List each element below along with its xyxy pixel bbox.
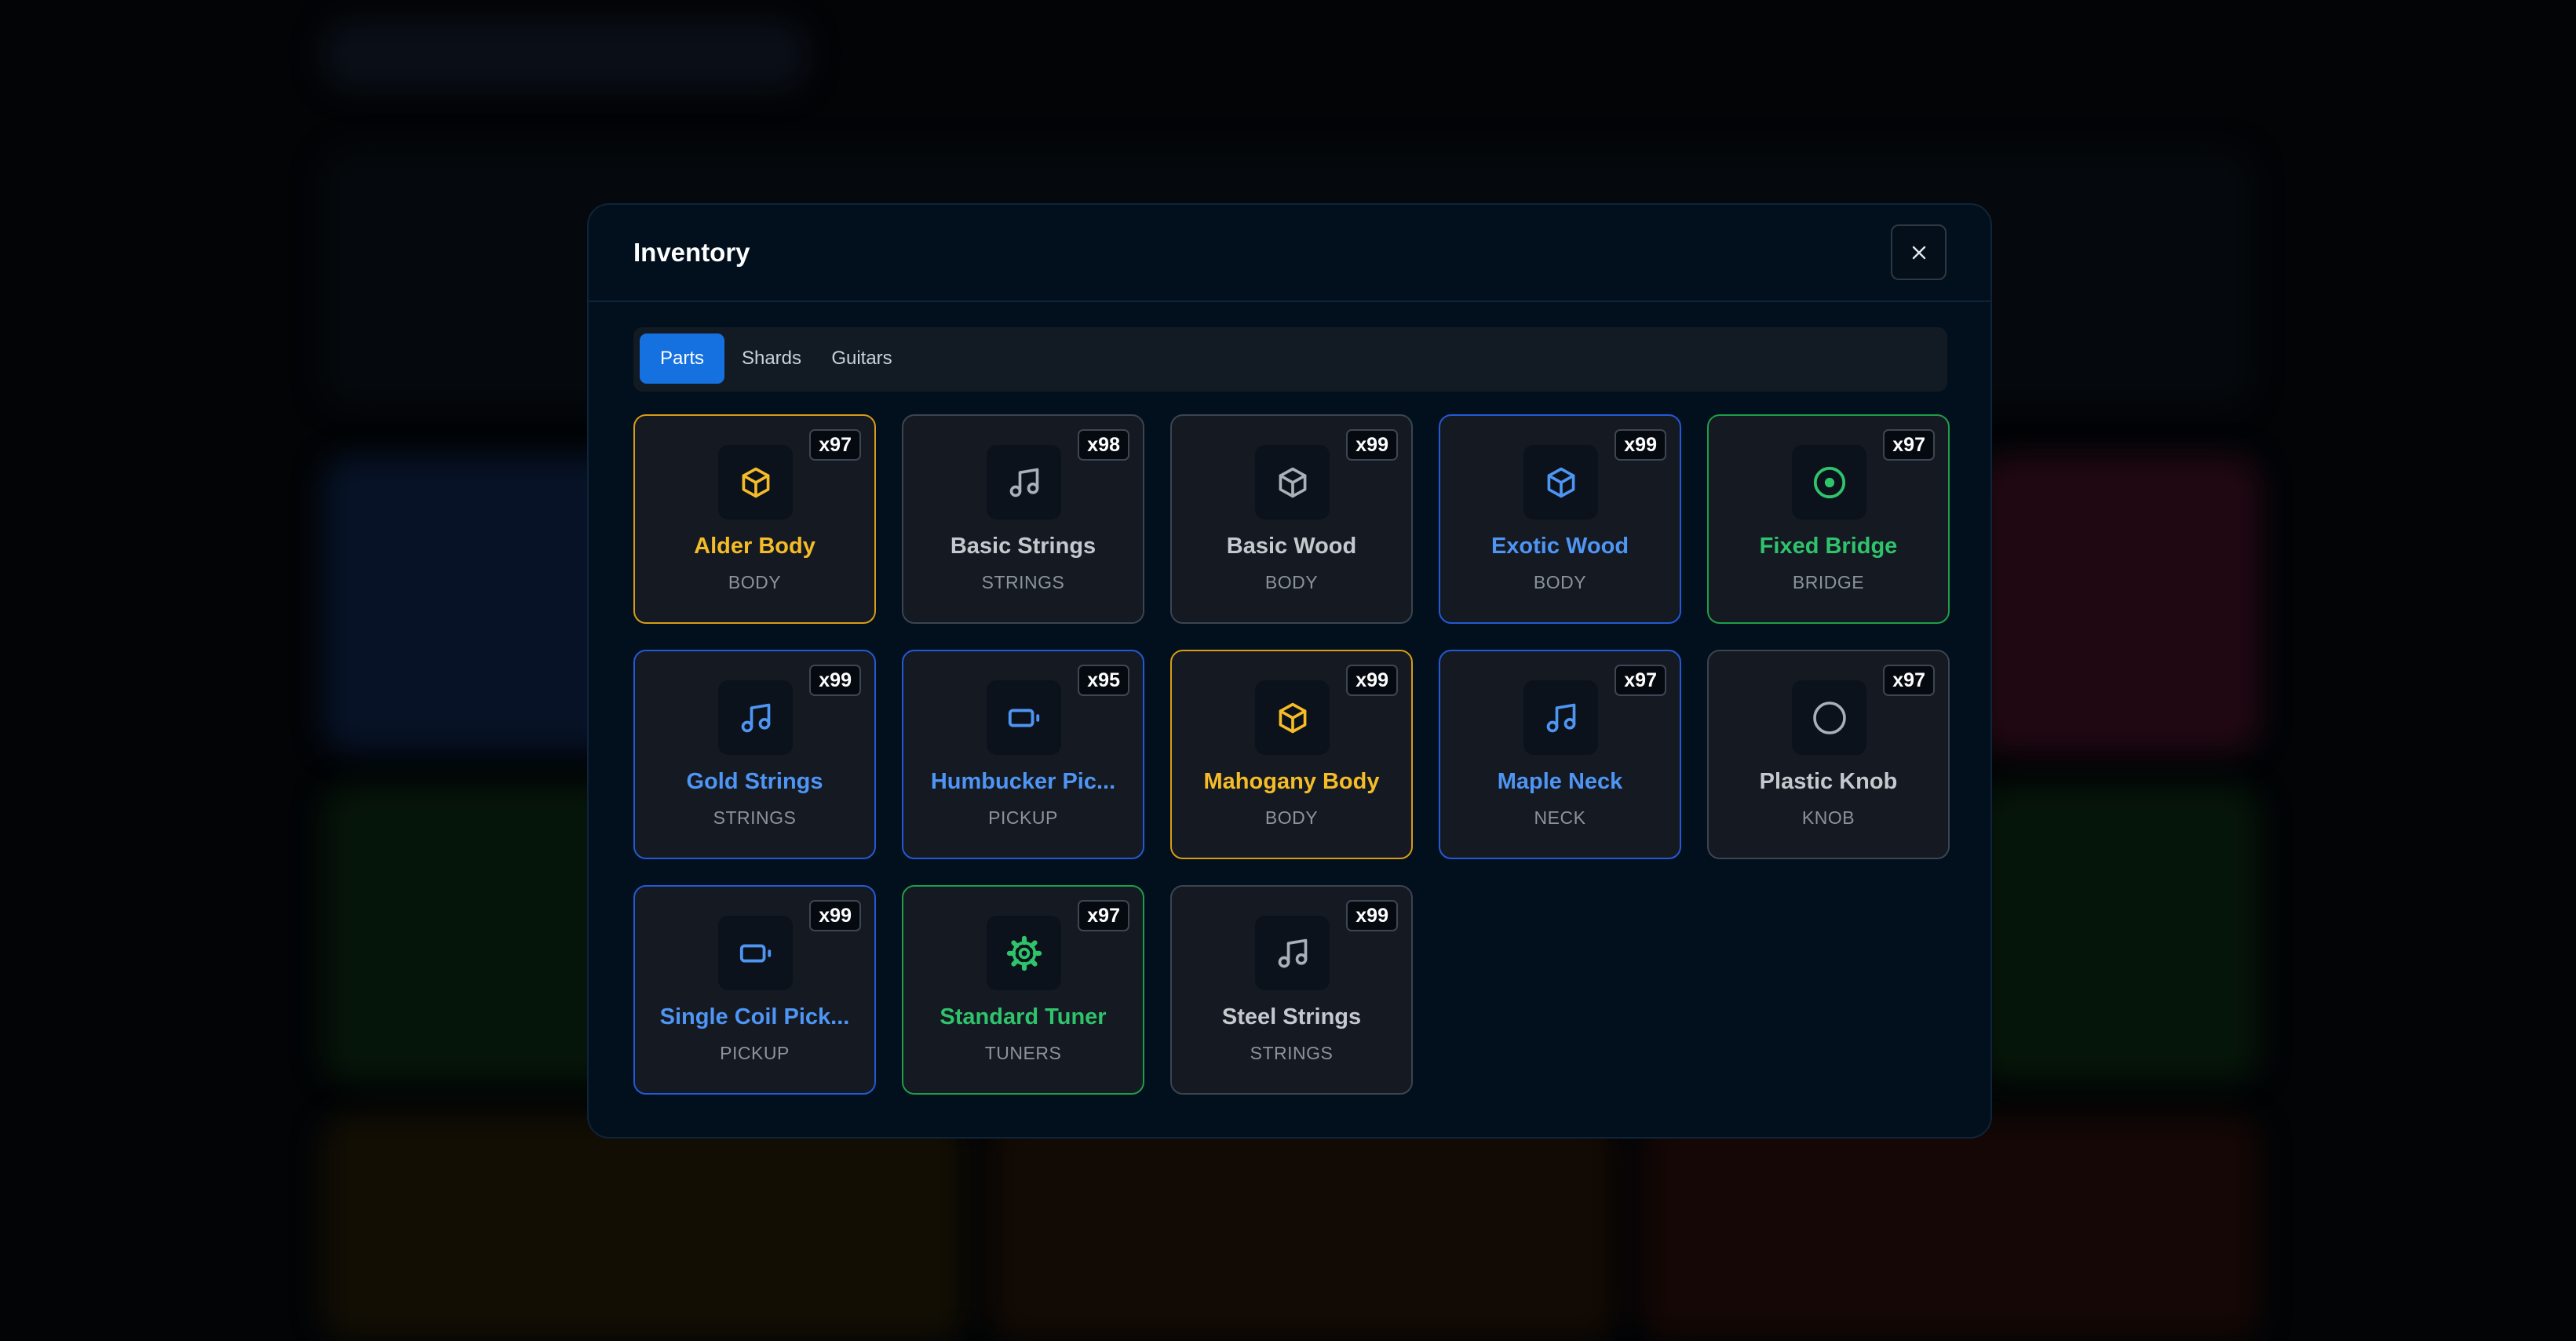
item-category: BODY [1264, 807, 1319, 828]
item-category: PICKUP [720, 1043, 790, 1063]
item-category: STRINGS [713, 807, 797, 828]
item-category: STRINGS [981, 572, 1065, 592]
inventory-item-card[interactable]: x95 Humbucker Pic... PICKUP [902, 650, 1144, 859]
music-note-icon [1523, 680, 1598, 755]
box-icon [1255, 680, 1330, 755]
item-name: Mahogany Body [1203, 769, 1380, 794]
modal-header: Inventory [589, 205, 1990, 302]
item-category: TUNERS [984, 1043, 1062, 1063]
box-icon [718, 445, 793, 519]
background-card-blur [989, 1114, 1617, 1341]
item-category: NECK [1534, 807, 1586, 828]
item-count-badge: x97 [1883, 665, 1935, 696]
inventory-modal: Inventory Parts Shards Guitars x97 Alder … [587, 203, 1992, 1139]
item-count-badge: x99 [809, 900, 861, 931]
item-count-badge: x99 [1346, 665, 1398, 696]
modal-title: Inventory [633, 238, 750, 267]
item-category: KNOB [1801, 807, 1855, 828]
item-count-badge: x97 [1615, 665, 1666, 696]
inventory-item-card[interactable]: x99 Basic Wood BODY [1170, 414, 1413, 624]
inventory-item-card[interactable]: x97 Standard Tuner TUNERS [902, 885, 1144, 1095]
background-card-blur [1978, 455, 2260, 753]
box-icon [1255, 445, 1330, 519]
item-count-badge: x99 [1346, 900, 1398, 931]
item-name: Fixed Bridge [1759, 534, 1898, 559]
music-note-icon [1255, 916, 1330, 990]
item-name: Alder Body [694, 534, 815, 559]
target-icon [1792, 445, 1866, 519]
music-note-icon [987, 445, 1061, 519]
battery-icon [987, 680, 1061, 755]
background-card-blur [1640, 1114, 2260, 1341]
item-count-badge: x99 [1615, 429, 1666, 461]
item-category: BODY [728, 572, 782, 592]
gear-icon [987, 916, 1061, 990]
inventory-tabs: Parts Shards Guitars [633, 327, 1947, 392]
inventory-item-card[interactable]: x97 Plastic Knob KNOB [1707, 650, 1950, 859]
item-name: Humbucker Pic... [930, 769, 1116, 794]
inventory-item-card[interactable]: x97 Fixed Bridge BRIDGE [1707, 414, 1950, 624]
inventory-item-card[interactable]: x99 Steel Strings STRINGS [1170, 885, 1413, 1095]
item-count-badge: x97 [1883, 429, 1935, 461]
inventory-item-card[interactable]: x99 Gold Strings STRINGS [633, 650, 876, 859]
inventory-item-card[interactable]: x97 Maple Neck NECK [1439, 650, 1681, 859]
item-count-badge: x99 [809, 665, 861, 696]
background-header-blur [322, 20, 808, 90]
item-name: Basic Strings [950, 534, 1096, 559]
item-name: Standard Tuner [940, 1004, 1107, 1029]
inventory-item-card[interactable]: x98 Basic Strings STRINGS [902, 414, 1144, 624]
item-count-badge: x99 [1346, 429, 1398, 461]
inventory-item-card[interactable]: x97 Alder Body BODY [633, 414, 876, 624]
inventory-item-card[interactable]: x99 Single Coil Pick... PICKUP [633, 885, 876, 1095]
inventory-item-card[interactable]: x99 Mahogany Body BODY [1170, 650, 1413, 859]
background-card-blur [1978, 785, 2260, 1083]
item-name: Exotic Wood [1491, 534, 1629, 559]
circle-icon [1792, 680, 1866, 755]
item-category: BRIDGE [1792, 572, 1865, 592]
item-category: PICKUP [988, 807, 1058, 828]
item-category: STRINGS [1250, 1043, 1334, 1063]
close-button[interactable] [1891, 224, 1947, 280]
item-name: Basic Wood [1226, 534, 1357, 559]
close-icon [1912, 246, 1925, 259]
item-count-badge: x95 [1078, 665, 1129, 696]
item-count-badge: x98 [1078, 429, 1129, 461]
battery-icon [718, 916, 793, 990]
item-name: Single Coil Pick... [659, 1004, 850, 1029]
item-name: Steel Strings [1221, 1004, 1362, 1029]
tab-parts[interactable]: Parts [640, 333, 724, 384]
music-note-icon [718, 680, 793, 755]
item-category: BODY [1533, 572, 1587, 592]
tab-shards[interactable]: Shards [732, 333, 811, 384]
item-name: Plastic Knob [1759, 769, 1898, 794]
box-icon [1523, 445, 1598, 519]
item-count-badge: x97 [809, 429, 861, 461]
item-count-badge: x97 [1078, 900, 1129, 931]
background-card-blur [322, 1114, 965, 1341]
inventory-item-card[interactable]: x99 Exotic Wood BODY [1439, 414, 1681, 624]
item-name: Maple Neck [1497, 769, 1623, 794]
item-category: BODY [1264, 572, 1319, 592]
item-name: Gold Strings [686, 769, 823, 794]
tab-guitars[interactable]: Guitars [819, 333, 905, 384]
